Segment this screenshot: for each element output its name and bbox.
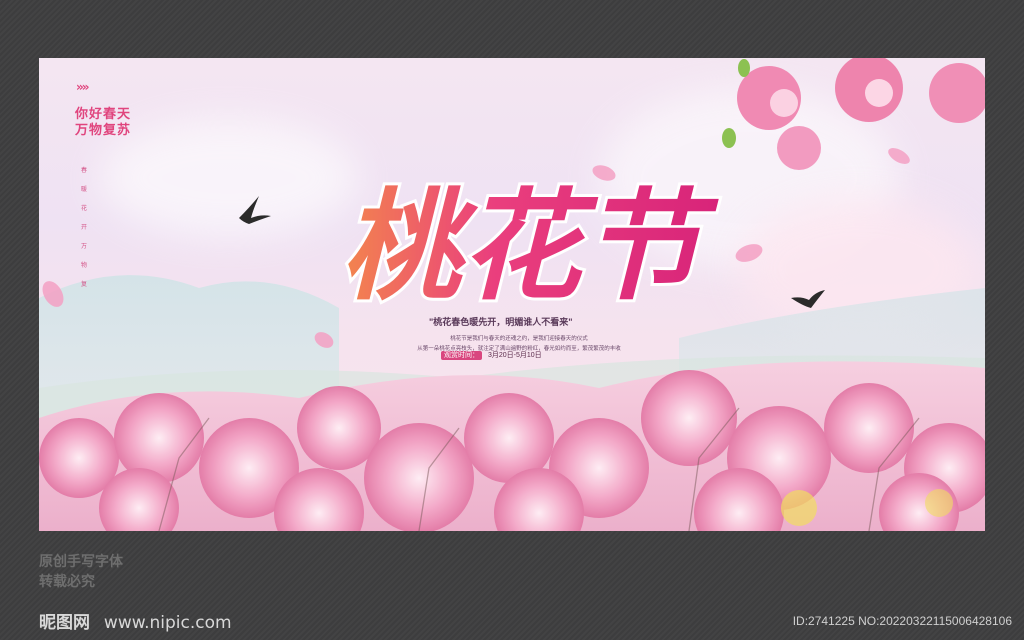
vertical-text: 春 暖 花 开 万 物 复 (79, 168, 89, 301)
vertical-char: 花 (80, 205, 87, 212)
title-calligraphy: 桃花节 (338, 173, 722, 320)
brand-slogan: 你好春天 万物复苏 (75, 106, 131, 138)
description-line1: 桃花节是我们与春天的还魂之约，是我们迎接春天的仪式 (450, 336, 588, 342)
vertical-char: 春 (80, 167, 87, 174)
viewing-date: 观赏时间： 3月20日-5月10日 (441, 350, 542, 360)
vertical-char: 万 (80, 243, 87, 250)
watermark-line2: 转载必究 (39, 574, 95, 590)
date-label: 观赏时间： (441, 351, 482, 360)
brand-line2: 万物复苏 (75, 122, 132, 137)
chevron-arrows-icon: »» (76, 80, 89, 94)
vertical-char: 物 (80, 262, 87, 269)
top-right-blossom (722, 58, 985, 170)
copyright-watermark: 原创手写字体 转载必究 (39, 552, 123, 592)
tagline: "桃花春色暖先开，明媚谁人不看来" (429, 317, 573, 327)
vertical-char: 开 (80, 224, 87, 231)
poster: »» 你好春天 万物复苏 春 暖 花 开 万 物 复 桃花节 "桃花春色暖先开，… (39, 58, 985, 531)
site-watermark: 昵图网 www.nipic.com (39, 608, 232, 633)
site-url[interactable]: www.nipic.com (104, 613, 232, 633)
title-text: 桃花节 (341, 176, 719, 317)
vertical-char: 暖 (80, 186, 87, 193)
site-logo: 昵图网 (39, 613, 90, 633)
watermark-line1: 原创手写字体 (39, 554, 123, 570)
image-id: ID:2741225 NO:20220322115006428106 (792, 614, 1012, 628)
vertical-char: 复 (80, 281, 87, 288)
date-value: 3月20日-5月10日 (487, 352, 542, 359)
brand-line1: 你好春天 (75, 106, 132, 121)
